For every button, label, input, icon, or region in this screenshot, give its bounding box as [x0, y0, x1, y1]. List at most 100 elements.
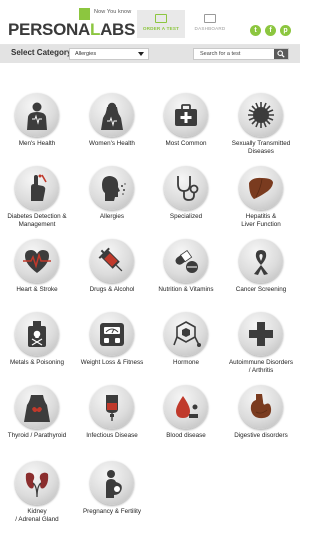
category-label: Specialized — [169, 213, 203, 220]
category-label: Digestive disorders — [234, 432, 288, 439]
category-label: Hormone — [173, 359, 199, 366]
select-category-label: Select Category — [11, 48, 72, 57]
stethoscope-icon — [177, 176, 199, 201]
category-icon-button[interactable] — [164, 312, 208, 356]
category-icon-button[interactable] — [15, 93, 59, 137]
category-icon-button[interactable] — [15, 385, 59, 429]
logo-green-block — [79, 8, 90, 20]
iv-bag-icon — [106, 395, 118, 421]
ribbon-icon — [254, 250, 268, 275]
search-input[interactable] — [194, 49, 272, 59]
category-icon-button[interactable] — [164, 239, 208, 283]
category-label: Allergies — [99, 213, 125, 220]
category-icon-button[interactable] — [164, 385, 208, 429]
category-icon-button[interactable] — [90, 93, 134, 137]
category-icon-button[interactable] — [90, 166, 134, 210]
category-label: Diabetes Detection & Management — [7, 213, 67, 228]
blood-drop-icon — [176, 396, 198, 418]
category-label: Weight Loss & Fitness — [80, 359, 144, 366]
category-icon-button[interactable] — [239, 239, 283, 283]
category-tile-autoimmune-disorders-arthritis[interactable]: Autoimmune Disorders / Arthritis — [224, 312, 298, 382]
poison-bottle-icon — [28, 321, 46, 347]
category-label: Kidney / Adrenal Gland — [15, 508, 59, 523]
thyroid-icon — [24, 395, 50, 422]
category-tile-nutrition-vitamins[interactable]: Nutrition & Vitamins — [149, 239, 223, 309]
category-icon-button[interactable] — [15, 461, 59, 505]
category-label: Hepatitis & Liver Function — [241, 213, 281, 228]
molecule-icon — [173, 321, 201, 347]
category-tile-digestive-disorders[interactable]: Digestive disorders — [224, 385, 298, 455]
category-tile-metals-poisoning[interactable]: Metals & Poisoning — [0, 312, 74, 382]
category-label: Most Common — [165, 140, 207, 147]
category-label: Cancer Screening — [235, 286, 287, 293]
category-tile-most-common[interactable]: Most Common — [149, 93, 223, 163]
category-tile-heart-stroke[interactable]: Heart & Stroke — [0, 239, 74, 309]
category-tile-weight-loss-fitness[interactable]: Weight Loss & Fitness — [75, 312, 149, 382]
tab-order-a-test[interactable]: ORDER A TEST — [137, 10, 185, 38]
category-tile-men-s-health[interactable]: Men's Health — [0, 93, 74, 163]
heartbeat-icon — [23, 250, 51, 273]
category-tile-women-s-health[interactable]: Women's Health — [75, 93, 149, 163]
category-icon-button[interactable] — [90, 461, 134, 505]
cart-icon — [155, 14, 167, 23]
category-tile-diabetes-detection-management[interactable]: Diabetes Detection & Management — [0, 166, 74, 236]
category-tile-pregnancy-fertility[interactable]: Pregnancy & Fertility — [75, 461, 149, 531]
category-label: Metals & Poisoning — [10, 359, 64, 366]
twitter-icon[interactable]: t — [250, 25, 261, 36]
personalabs-logo[interactable]: Now You know PERSONALABS — [8, 8, 135, 39]
search-icon — [277, 50, 285, 58]
logo-wordmark: PERSONALABS — [8, 20, 136, 39]
scale-icon — [100, 323, 124, 346]
category-tile-blood-disease[interactable]: Blood disease — [149, 385, 223, 455]
kidney-icon — [25, 472, 49, 498]
category-label: Blood disease — [166, 432, 206, 439]
category-label: Drugs & Alcohol — [89, 286, 135, 293]
category-tile-infectious-disease[interactable]: Infectious Disease — [75, 385, 149, 455]
dashboard-icon — [204, 14, 216, 23]
category-label: Men's Health — [18, 140, 56, 147]
category-tile-cancer-screening[interactable]: Cancer Screening — [224, 239, 298, 309]
logo-tagline: Now You know — [94, 9, 132, 15]
category-bar: Select Category Allergies — [0, 45, 300, 63]
category-label: Thyroid / Parathyroid — [7, 432, 67, 439]
category-label: Heart & Stroke — [16, 286, 58, 293]
category-tile-hepatitis-liver-function[interactable]: Hepatitis & Liver Function — [224, 166, 298, 236]
pregnancy-icon — [106, 470, 122, 498]
category-label: Women's Health — [89, 140, 135, 147]
app-header: Now You know PERSONALABS ORDER A TEST DA… — [0, 0, 300, 45]
category-tile-drugs-alcohol[interactable]: Drugs & Alcohol — [75, 239, 149, 309]
category-icon-button[interactable] — [164, 93, 208, 137]
category-icon-button[interactable] — [15, 239, 59, 283]
category-icon-button[interactable] — [90, 312, 134, 356]
category-tile-allergies[interactable]: Allergies — [75, 166, 149, 236]
search-button[interactable] — [274, 49, 288, 59]
category-tile-hormone[interactable]: Hormone — [149, 312, 223, 382]
category-tile-specialized[interactable]: Specialized — [149, 166, 223, 236]
cross-icon — [249, 322, 273, 346]
facebook-icon[interactable]: f — [265, 25, 276, 36]
category-icon-button[interactable] — [90, 385, 134, 429]
tab-dashboard[interactable]: DASHBOARD — [186, 10, 234, 38]
medical-bag-icon — [175, 104, 197, 126]
category-icon-button[interactable] — [164, 166, 208, 210]
category-tile-sexually-transmitted-diseases[interactable]: Sexually Transmitted Diseases — [224, 93, 298, 163]
category-icon-button[interactable] — [15, 312, 59, 356]
category-icon-button[interactable] — [239, 93, 283, 137]
category-icon-button[interactable] — [239, 312, 283, 356]
category-icon-button[interactable] — [90, 239, 134, 283]
finger-prick-icon — [31, 174, 47, 201]
category-dropdown[interactable]: Allergies — [69, 48, 149, 60]
category-icon-button[interactable] — [239, 385, 283, 429]
pinterest-icon[interactable]: p — [280, 25, 291, 36]
category-icon-button[interactable] — [15, 166, 59, 210]
virus-icon — [248, 102, 274, 128]
category-tile-kidney-adrenal-gland[interactable]: Kidney / Adrenal Gland — [0, 461, 74, 531]
category-dropdown-value: Allergies — [75, 51, 97, 57]
stomach-icon — [250, 394, 272, 419]
category-label: Nutrition & Vitamins — [158, 286, 214, 293]
category-label: Autoimmune Disorders / Arthritis — [228, 359, 294, 374]
category-label: Pregnancy & Fertility — [82, 508, 142, 515]
category-icon-button[interactable] — [239, 166, 283, 210]
pills-icon — [175, 250, 198, 273]
category-tile-thyroid-parathyroid[interactable]: Thyroid / Parathyroid — [0, 385, 74, 455]
